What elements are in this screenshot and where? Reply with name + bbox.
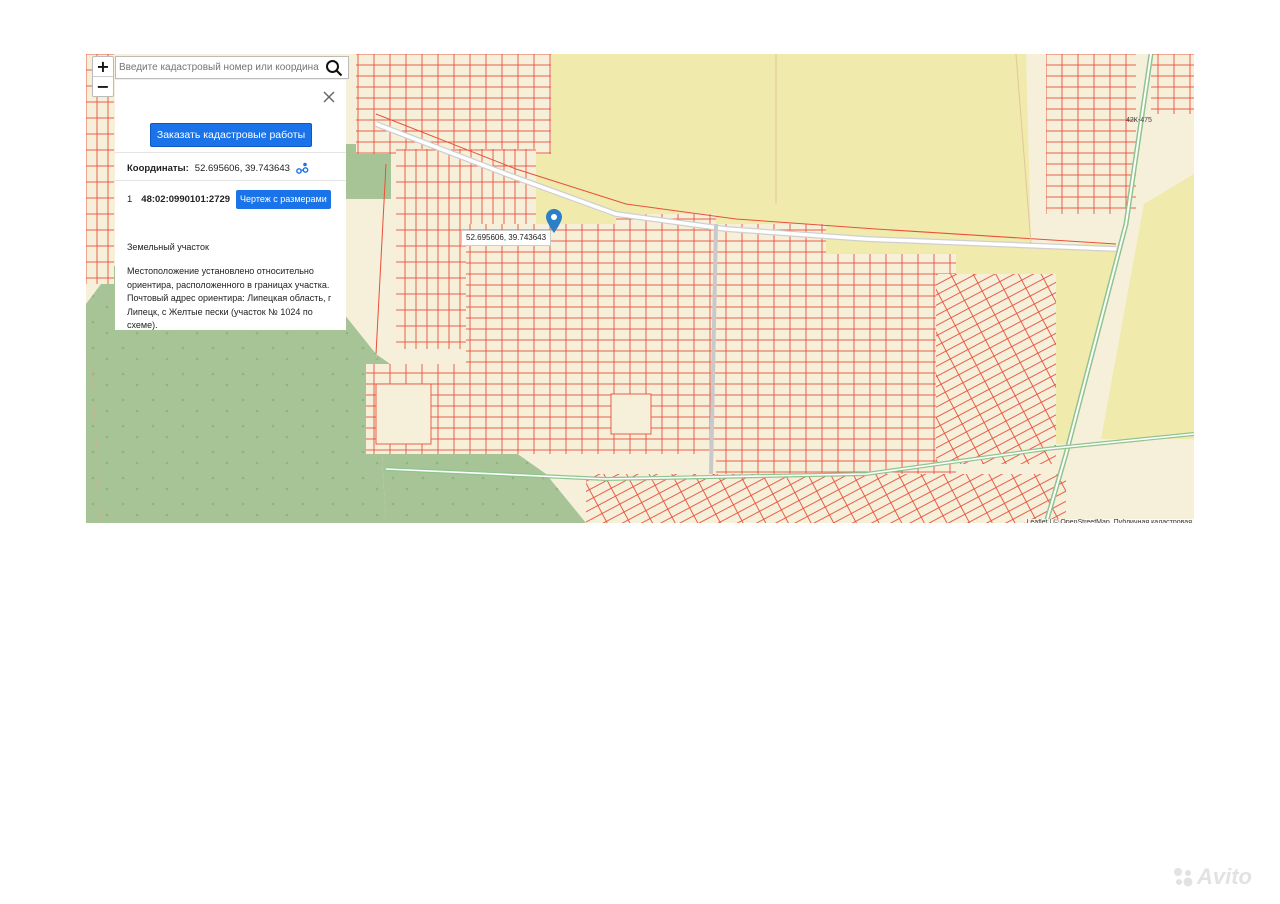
- search-input[interactable]: [116, 62, 322, 73]
- divider: [115, 180, 346, 181]
- coordinates-row: Координаты: 52.695606, 39.743643: [127, 162, 309, 174]
- cadastral-number: 48:02:0990101:2729: [141, 194, 231, 205]
- parcel-description: Местоположение установлено относительно …: [127, 266, 332, 331]
- avito-wordmark: Avito: [1197, 864, 1252, 889]
- avito-logo-icon: [1174, 868, 1193, 887]
- search-button[interactable]: [322, 57, 346, 78]
- cadastral-map[interactable]: + − Заказать кадастровые работы Координа…: [86, 54, 1194, 523]
- parcel-index: 1: [127, 194, 133, 205]
- close-icon[interactable]: [322, 90, 336, 104]
- divider: [115, 152, 346, 153]
- road-number-label: 42К-475: [1126, 117, 1152, 124]
- map-attribution[interactable]: Leaflet | © OpenStreetMap, Публичная кад…: [1024, 519, 1194, 523]
- search-icon: [326, 59, 343, 76]
- parcel-info-panel: Заказать кадастровые работы Координаты: …: [115, 80, 346, 330]
- order-cadastral-works-button[interactable]: Заказать кадастровые работы: [150, 123, 312, 147]
- parcel-type: Земельный участок: [127, 242, 209, 252]
- zoom-out-button[interactable]: −: [93, 76, 113, 96]
- parcel-row: 1 48:02:0990101:2729 Чертеж с размерами: [127, 190, 339, 209]
- zoom-control: + −: [92, 56, 114, 97]
- coordinates-label: Координаты:: [127, 162, 189, 174]
- drawing-with-dimensions-button[interactable]: Чертеж с размерами: [236, 190, 331, 209]
- search-bar: [115, 56, 349, 79]
- zoom-in-button[interactable]: +: [93, 57, 113, 76]
- avito-watermark: Avito: [1172, 864, 1252, 890]
- marker-coordinates-label: 52.695606, 39.743643: [461, 230, 552, 246]
- location-share-icon[interactable]: [295, 162, 309, 174]
- coordinates-value: 52.695606, 39.743643: [194, 162, 290, 174]
